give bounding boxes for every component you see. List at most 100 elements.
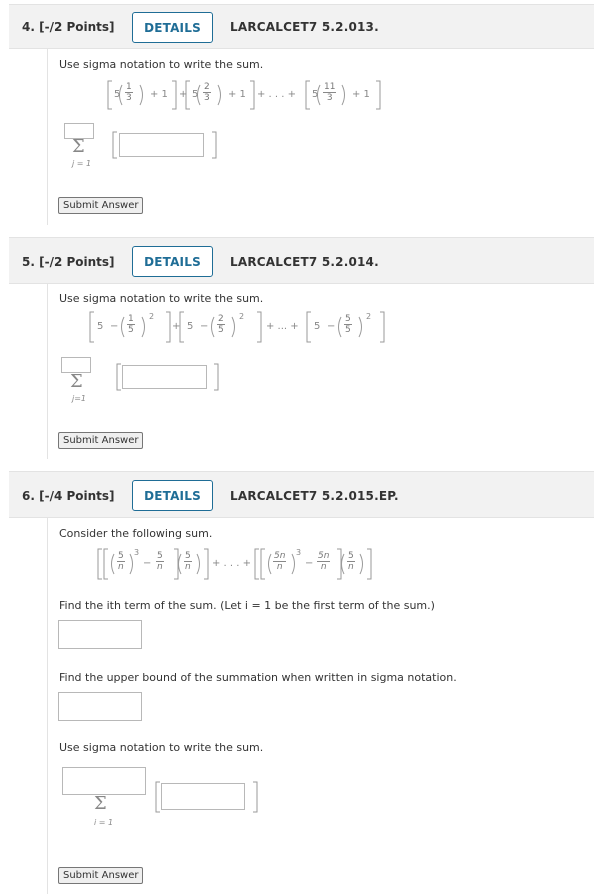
q4-summand-input[interactable]: [119, 133, 204, 157]
q6-ellipsis: + . . . +: [212, 558, 252, 569]
q4-sigma-icon: Σ: [72, 136, 85, 157]
q5-tn-frac: 55: [344, 314, 352, 335]
q5-body: Use sigma notation to write the sum. 5 −…: [47, 284, 594, 459]
q4-ellipsis: + . . . +: [257, 89, 297, 100]
q4-t1-frac: 13: [125, 82, 133, 103]
q5-t2-five: 5: [187, 321, 194, 332]
q6-points: [-/4 Points]: [39, 489, 115, 503]
q5-expression: 5 − 15 2 + 5 − 25 2 + ... + 5 − 55 2: [88, 309, 418, 345]
q5-tn-minus: −: [327, 321, 336, 332]
q5-t2-den: 5: [218, 325, 224, 335]
q6-number: 6.: [22, 489, 35, 503]
q6-b-num: 5: [156, 551, 164, 562]
q5-prompt: Use sigma notation to write the sum.: [59, 292, 264, 305]
q4-title: 4. [-/2 Points]: [22, 20, 115, 34]
q4-tn-frac: 11 3: [323, 82, 337, 103]
q4-tn-plus-one: + 1: [352, 89, 370, 100]
q6-prompt-upper-bound: Find the upper bound of the summation wh…: [59, 671, 457, 684]
q6-prompt-ith-term: Find the ith term of the sum. (Let i = 1…: [59, 599, 435, 612]
q6-index: i = 1: [94, 818, 114, 827]
q4-expression: 5 13 + 1 + 5 23 + 1 + . . . + 5 11 3 + 1: [106, 77, 436, 113]
q6-body: Consider the following sum. 5 n 3 − 5 n …: [47, 518, 594, 894]
q4-t2-plus-one: + 1: [228, 89, 246, 100]
q4-points: [-/2 Points]: [39, 20, 115, 34]
q5-t2-exp: 2: [239, 312, 245, 321]
q5-index: j=1: [72, 394, 87, 403]
q4-tn-num: 11: [323, 82, 337, 93]
q5-t1-num: 1: [127, 314, 135, 325]
q4-tn-coef: 5: [312, 89, 319, 100]
q6-e-den: n: [320, 562, 327, 572]
q5-t1-exp: 2: [149, 312, 155, 321]
q6-minus-1: −: [143, 558, 152, 569]
q6-summand-input[interactable]: [161, 783, 245, 810]
q5-summand-input[interactable]: [122, 365, 207, 389]
q4-submit-button[interactable]: Submit Answer: [58, 197, 144, 214]
q5-t2-minus: −: [200, 321, 209, 332]
q5-t1-minus: −: [110, 321, 119, 332]
q4-prompt: Use sigma notation to write the sum.: [59, 58, 264, 71]
q5-points: [-/2 Points]: [39, 255, 115, 269]
q4-header: 4. [-/2 Points] DETAILS LARCALCET7 5.2.0…: [9, 4, 594, 49]
q5-t1-den: 5: [128, 325, 134, 335]
q4-t2-coef: 5: [192, 89, 199, 100]
q4-plus-1: +: [179, 89, 188, 100]
q6-a-frac: 5n: [117, 551, 125, 572]
q6-a-num: 5: [117, 551, 125, 562]
q6-c-num: 5: [184, 551, 192, 562]
q6-ith-term-input[interactable]: [58, 620, 142, 649]
q6-f-num: 5: [347, 551, 355, 562]
q6-a-exp: 3: [134, 548, 140, 557]
q5-ellipsis: + ... +: [266, 321, 299, 332]
q5-header: 5. [-/2 Points] DETAILS LARCALCET7 5.2.0…: [9, 237, 594, 284]
q5-details-button[interactable]: DETAILS: [132, 246, 213, 277]
q6-prompt-consider: Consider the following sum.: [59, 527, 213, 540]
q4-t2-den: 3: [204, 93, 210, 103]
q4-body: Use sigma notation to write the sum. 5 1…: [47, 49, 594, 225]
q6-header: 6. [-/4 Points] DETAILS LARCALCET7 5.2.0…: [9, 471, 594, 518]
q5-number: 5.: [22, 255, 35, 269]
q4-t1-den: 3: [126, 93, 132, 103]
q5-t1-frac: 15: [127, 314, 135, 335]
q6-prompt-sigma: Use sigma notation to write the sum.: [59, 741, 264, 754]
q4-t1-plus-one: + 1: [150, 89, 168, 100]
q4-t2-frac: 23: [203, 82, 211, 103]
q5-t1-five: 5: [97, 321, 104, 332]
q6-f-den: n: [348, 562, 354, 572]
q6-e-frac: 5n n: [317, 551, 331, 572]
q6-sigma-icon: Σ: [94, 793, 107, 814]
q6-f-frac: 5n: [347, 551, 355, 572]
q4-number: 4.: [22, 20, 35, 34]
q5-t2-num: 2: [217, 314, 225, 325]
q6-minus-2: −: [305, 558, 314, 569]
q4-details-button[interactable]: DETAILS: [132, 12, 213, 43]
q6-d-num: 5n: [273, 551, 287, 562]
q4-tn-den: 3: [326, 93, 333, 103]
q4-reference: LARCALCET7 5.2.013.: [230, 20, 379, 34]
q5-sigma-icon: Σ: [70, 371, 83, 392]
q6-a-den: n: [118, 562, 124, 572]
q6-c-frac: 5n: [184, 551, 192, 572]
q6-d-frac: 5n n: [273, 551, 287, 572]
q5-plus-1: +: [172, 321, 181, 332]
q6-expression: 5n 3 − 5n 5n + . . . + 5n n 3 − 5n n 5n: [96, 546, 426, 582]
q6-sigma-upper-bound-input[interactable]: [62, 767, 146, 795]
q6-b-frac: 5n: [156, 551, 164, 572]
q5-tn-five: 5: [314, 321, 321, 332]
q6-upper-bound-answer-input[interactable]: [58, 692, 142, 721]
q5-submit-button[interactable]: Submit Answer: [58, 432, 144, 449]
q6-submit-button[interactable]: Submit Answer: [58, 867, 144, 884]
q6-b-den: n: [157, 562, 163, 572]
q6-title: 6. [-/4 Points]: [22, 489, 115, 503]
q6-d-den: n: [276, 562, 283, 572]
q6-details-button[interactable]: DETAILS: [132, 480, 213, 511]
q5-reference: LARCALCET7 5.2.014.: [230, 255, 379, 269]
q5-tn-num: 5: [344, 314, 352, 325]
q6-d-exp: 3: [296, 548, 302, 557]
q5-title: 5. [-/2 Points]: [22, 255, 115, 269]
q6-reference: LARCALCET7 5.2.015.EP.: [230, 489, 399, 503]
q6-c-den: n: [185, 562, 191, 572]
q4-t1-num: 1: [125, 82, 133, 93]
q5-t2-frac: 25: [217, 314, 225, 335]
q4-t2-num: 2: [203, 82, 211, 93]
